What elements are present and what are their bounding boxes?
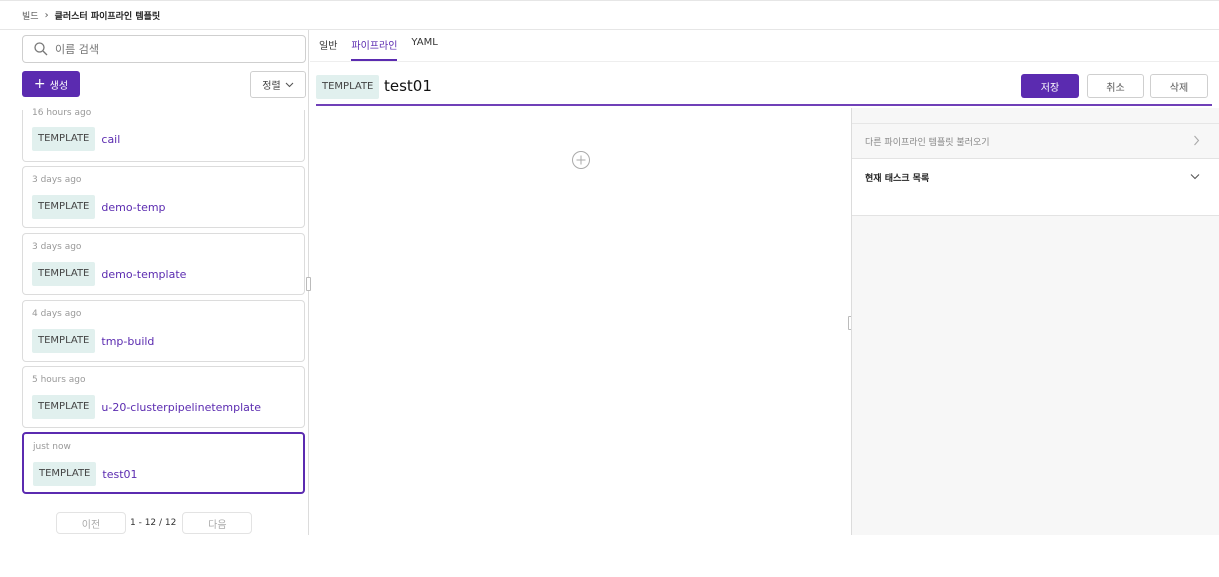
chevron-down-icon	[1190, 174, 1200, 180]
breadcrumb-current: 클러스터 파이프라인 템플릿	[54, 11, 161, 22]
tab-divider	[310, 61, 1219, 62]
tab-yaml[interactable]: YAML	[411, 33, 437, 61]
item-name: test01	[102, 467, 138, 481]
search-input[interactable]	[55, 42, 295, 56]
breadcrumb-separator: ›	[44, 9, 49, 21]
page-title: test01	[384, 77, 432, 95]
template-tag: TEMPLATE	[33, 462, 97, 486]
load-template-label: 다른 파이프라인 템플릿 불러오기	[865, 137, 990, 148]
template-tag: TEMPLATE	[316, 75, 380, 99]
sort-dropdown[interactable]: 정렬	[250, 71, 306, 98]
template-tag: TEMPLATE	[32, 329, 96, 353]
save-button[interactable]: 저장	[1021, 74, 1079, 98]
template-tag: TEMPLATE	[32, 127, 96, 151]
item-time: 5 hours ago	[32, 375, 86, 385]
task-list-label: 현재 태스크 목록	[865, 174, 930, 184]
template-list-panel: + 생성 정렬 16 hours ago TEMPLATE cail 3 day…	[0, 30, 309, 535]
item-name: demo-temp	[101, 200, 166, 214]
create-button-label: 생성	[49, 80, 69, 92]
chevron-down-icon	[285, 82, 294, 87]
delete-button[interactable]: 삭제	[1150, 74, 1208, 98]
resize-handle[interactable]	[306, 277, 311, 291]
item-name: cail	[101, 132, 121, 146]
breadcrumb: 빌드 › 클러스터 파이프라인 템플릿	[0, 0, 1219, 30]
detail-header: TEMPLATE test01 저장 취소 삭제	[316, 74, 1212, 106]
breadcrumb-parent[interactable]: 빌드	[22, 9, 39, 22]
prev-page-button[interactable]: 이전	[56, 512, 126, 534]
tab-pipeline[interactable]: 파이프라인	[351, 33, 398, 61]
sort-label: 정렬	[262, 81, 281, 92]
search-icon	[34, 42, 48, 56]
list-item-selected[interactable]: just now TEMPLATE test01	[22, 432, 305, 494]
task-list-section[interactable]: 현재 태스크 목록	[852, 159, 1219, 216]
item-name: tmp-build	[101, 334, 155, 348]
list-item[interactable]: 16 hours ago TEMPLATE cail	[22, 108, 305, 162]
list-item[interactable]: 3 days ago TEMPLATE demo-template	[22, 233, 305, 295]
template-tag: TEMPLATE	[32, 395, 96, 419]
item-time: just now	[33, 442, 71, 452]
item-name: u-20-clusterpipelinetemplate	[101, 400, 262, 414]
list-item[interactable]: 4 days ago TEMPLATE tmp-build	[22, 300, 305, 362]
load-template-row[interactable]: 다른 파이프라인 템플릿 불러오기	[852, 124, 1219, 159]
item-time: 3 days ago	[32, 242, 82, 252]
chevron-right-icon	[1194, 135, 1200, 146]
item-time: 4 days ago	[32, 309, 82, 319]
page-info: 1 - 12 / 12	[130, 518, 177, 528]
plus-icon: +	[33, 76, 46, 92]
template-tag: TEMPLATE	[32, 195, 96, 219]
next-page-button[interactable]: 다음	[182, 512, 253, 534]
tab-general[interactable]: 일반	[319, 33, 337, 61]
detail-tabs: 일반 파이프라인 YAML	[319, 33, 452, 61]
create-button[interactable]: + 생성	[22, 71, 80, 97]
item-time: 3 days ago	[32, 175, 82, 185]
item-name: demo-template	[101, 267, 187, 281]
list-item[interactable]: 5 hours ago TEMPLATE u-20-clusterpipelin…	[22, 366, 305, 428]
cancel-button[interactable]: 취소	[1087, 74, 1144, 98]
template-tag: TEMPLATE	[32, 262, 96, 286]
search-box[interactable]	[22, 35, 306, 63]
item-time: 16 hours ago	[32, 108, 92, 118]
pagination: 이전 1 - 12 / 12 다음	[56, 512, 253, 534]
add-task-icon[interactable]	[571, 150, 591, 170]
panel-spacer	[852, 108, 1219, 124]
task-side-panel: 다른 파이프라인 템플릿 불러오기 현재 태스크 목록	[851, 108, 1219, 535]
pipeline-canvas[interactable]	[316, 108, 851, 535]
list-item[interactable]: 3 days ago TEMPLATE demo-temp	[22, 166, 305, 228]
